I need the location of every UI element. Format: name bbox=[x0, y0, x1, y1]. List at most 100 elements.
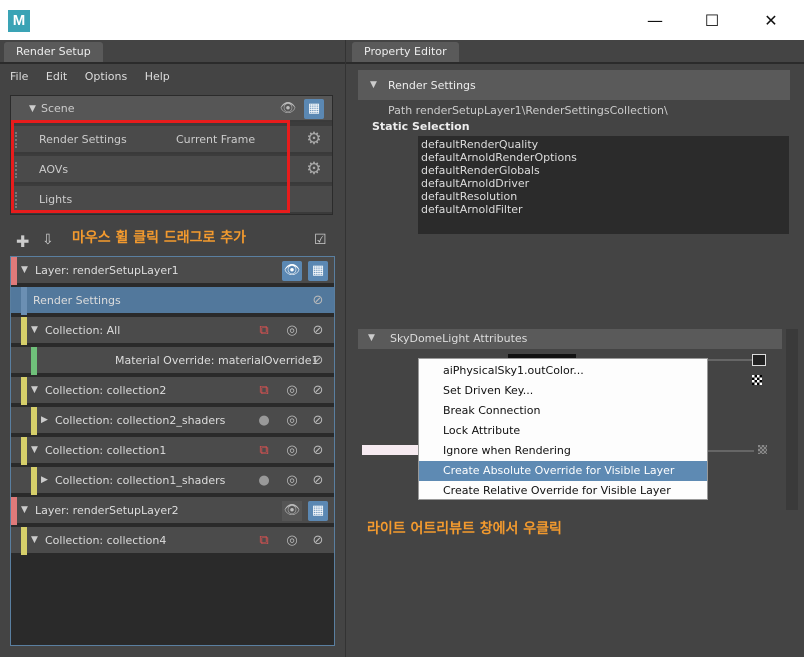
render-settings-header[interactable]: ▼ Render Settings bbox=[358, 70, 790, 100]
tree-row-label: Collection: collection1 bbox=[45, 444, 167, 457]
close-button[interactable]: ✕ bbox=[756, 10, 786, 32]
minimize-button[interactable]: — bbox=[640, 10, 670, 32]
context-menu-item[interactable]: aiPhysicalSky1.outColor... bbox=[419, 361, 707, 381]
visibility-eye-icon[interactable]: 👁 bbox=[282, 501, 302, 521]
checklist-icon[interactable]: ☑ bbox=[314, 232, 327, 248]
gear-icon[interactable]: ⚙ bbox=[304, 129, 324, 149]
expand-arrow-icon[interactable]: ▼ bbox=[31, 535, 43, 545]
maximize-button[interactable]: ☐ bbox=[697, 10, 727, 32]
add-override-icon[interactable]: ⧉ bbox=[254, 321, 274, 341]
static-selection-item[interactable]: defaultArnoldRenderOptions bbox=[421, 151, 786, 164]
vertical-scrollbar[interactable] bbox=[786, 329, 798, 510]
tab-divider bbox=[346, 62, 804, 64]
collapse-arrow-icon[interactable]: ▼ bbox=[368, 333, 380, 343]
expand-arrow-icon[interactable]: ▼ bbox=[31, 445, 43, 455]
add-layer-icon[interactable]: ✚ bbox=[16, 232, 29, 251]
static-selection-item[interactable]: defaultArnoldFilter bbox=[421, 203, 786, 216]
row-color-bar bbox=[11, 257, 17, 285]
row-color-bar bbox=[21, 437, 27, 465]
tree-row-label: Collection: collection2 bbox=[45, 384, 167, 397]
color-swatch-light[interactable] bbox=[362, 445, 418, 455]
expand-arrow-icon[interactable]: ▼ bbox=[31, 385, 43, 395]
static-selection-list[interactable]: defaultRenderQuality defaultArnoldRenderO… bbox=[418, 136, 789, 234]
isolate-icon[interactable]: ◎ bbox=[282, 441, 302, 461]
expand-arrow-icon[interactable]: ▼ bbox=[21, 505, 33, 515]
scene-header[interactable]: ▼ Scene 👁 ▦ bbox=[11, 96, 332, 122]
static-selection-item[interactable]: defaultArnoldDriver bbox=[421, 177, 786, 190]
tab-divider bbox=[0, 62, 345, 64]
row-color-bar bbox=[21, 527, 27, 555]
context-menu-item[interactable]: Create Relative Override for Visible Lay… bbox=[419, 481, 707, 501]
render-layers-tree: Layer: renderSetupLayer1 ▼ 👁 ▦ Render Settin… bbox=[10, 256, 335, 646]
tree-row-layer[interactable]: Layer: renderSetupLayer2 ▼ 👁 ▦ bbox=[11, 497, 334, 525]
expand-arrow-icon[interactable]: ▼ bbox=[21, 265, 33, 275]
checker-map-icon[interactable] bbox=[752, 375, 762, 385]
annotation-drag-hint: 마우스 휠 클릭 드래그로 추가 bbox=[72, 230, 247, 246]
map-button-icon[interactable] bbox=[752, 354, 766, 366]
skydome-title: SkyDomeLight Attributes bbox=[390, 332, 528, 345]
visibility-eye-icon[interactable]: 👁 bbox=[282, 261, 302, 281]
tree-row[interactable]: Collection: All ▼ ⊘ ◎ ⧉ bbox=[11, 317, 334, 345]
tree-row[interactable]: Collection: collection2 ▼ ⊘ ◎ ⧉ bbox=[11, 377, 334, 405]
render-clapper-icon[interactable]: ▦ bbox=[308, 501, 328, 521]
tab-property-editor[interactable]: Property Editor bbox=[352, 42, 459, 62]
scene-label: Scene bbox=[41, 102, 75, 115]
add-override-icon[interactable]: ⧉ bbox=[254, 381, 274, 401]
disable-icon[interactable]: ⊘ bbox=[308, 411, 328, 431]
static-selection-item[interactable]: defaultRenderQuality bbox=[421, 138, 786, 151]
import-icon[interactable]: ⇩ bbox=[42, 232, 54, 248]
row-color-bar bbox=[11, 497, 17, 525]
context-menu-item[interactable]: Set Driven Key... bbox=[419, 381, 707, 401]
render-clapper-icon[interactable]: ▦ bbox=[304, 99, 324, 119]
isolate-icon[interactable]: ◎ bbox=[282, 471, 302, 491]
tree-row[interactable]: Collection: collection1 ▼ ⊘ ◎ ⧉ bbox=[11, 437, 334, 465]
tree-row[interactable]: Collection: collection2_shaders ▶ ⊘ ◎ ● bbox=[11, 407, 334, 435]
highlight-box bbox=[11, 120, 290, 213]
render-clapper-icon[interactable]: ▦ bbox=[308, 261, 328, 281]
tree-row[interactable]: Render Settings ⊘ bbox=[11, 287, 334, 315]
expand-arrow-icon[interactable]: ▶ bbox=[41, 415, 53, 425]
collapse-arrow-icon[interactable]: ▼ bbox=[29, 104, 41, 114]
expand-arrow-icon[interactable]: ▶ bbox=[41, 475, 53, 485]
tree-row-layer[interactable]: Layer: renderSetupLayer1 ▼ 👁 ▦ bbox=[11, 257, 334, 285]
menu-help[interactable]: Help bbox=[145, 70, 170, 83]
title-bar: M — ☐ ✕ bbox=[0, 0, 804, 40]
static-selection-item[interactable]: defaultResolution bbox=[421, 190, 786, 203]
static-selection-item[interactable]: defaultRenderGlobals bbox=[421, 164, 786, 177]
checker-map-icon[interactable] bbox=[758, 445, 767, 454]
tree-row-label: Collection: collection4 bbox=[45, 534, 167, 547]
isolate-icon[interactable]: ◎ bbox=[282, 381, 302, 401]
row-color-bar bbox=[31, 347, 37, 375]
menu-options[interactable]: Options bbox=[85, 70, 127, 83]
tab-render-setup[interactable]: Render Setup bbox=[4, 42, 103, 62]
tree-row[interactable]: Material Override: materialOverride1 ⊘ bbox=[11, 347, 334, 375]
collapse-arrow-icon[interactable]: ▼ bbox=[370, 80, 382, 90]
skydome-attributes-header[interactable]: ▼ SkyDomeLight Attributes bbox=[358, 329, 782, 349]
context-menu-item[interactable]: Break Connection bbox=[419, 401, 707, 421]
context-menu-item[interactable]: Lock Attribute bbox=[419, 421, 707, 441]
disable-icon[interactable]: ⊘ bbox=[308, 381, 328, 401]
disable-icon[interactable]: ⊘ bbox=[308, 441, 328, 461]
add-override-icon[interactable]: ⧉ bbox=[254, 531, 274, 551]
tree-row-label: Render Settings bbox=[33, 294, 121, 307]
isolate-icon[interactable]: ◎ bbox=[282, 531, 302, 551]
isolate-icon[interactable]: ◎ bbox=[282, 411, 302, 431]
disable-icon[interactable]: ⊘ bbox=[308, 471, 328, 491]
tree-row[interactable]: Collection: collection1_shaders ▶ ⊘ ◎ ● bbox=[11, 467, 334, 495]
row-color-bar bbox=[21, 377, 27, 405]
gear-icon[interactable]: ⚙ bbox=[304, 159, 324, 179]
context-menu-item[interactable]: Create Absolute Override for Visible Lay… bbox=[419, 461, 707, 481]
isolate-icon[interactable]: ◎ bbox=[282, 321, 302, 341]
disable-icon[interactable]: ⊘ bbox=[308, 531, 328, 551]
eye-icon[interactable]: 👁 bbox=[278, 99, 298, 119]
expand-arrow-icon[interactable]: ▼ bbox=[31, 325, 43, 335]
tree-row[interactable]: Collection: collection4 ▼ ⊘ ◎ ⧉ bbox=[11, 527, 334, 555]
disable-icon[interactable]: ⊘ bbox=[308, 291, 328, 311]
context-menu-item[interactable]: Ignore when Rendering bbox=[419, 441, 707, 461]
disable-icon[interactable]: ⊘ bbox=[308, 351, 328, 371]
menu-edit[interactable]: Edit bbox=[46, 70, 67, 83]
property-editor-panel: Property Editor ▼ Render Settings Path r… bbox=[345, 40, 804, 657]
menu-file[interactable]: File bbox=[10, 70, 28, 83]
disable-icon[interactable]: ⊘ bbox=[308, 321, 328, 341]
add-override-icon[interactable]: ⧉ bbox=[254, 441, 274, 461]
